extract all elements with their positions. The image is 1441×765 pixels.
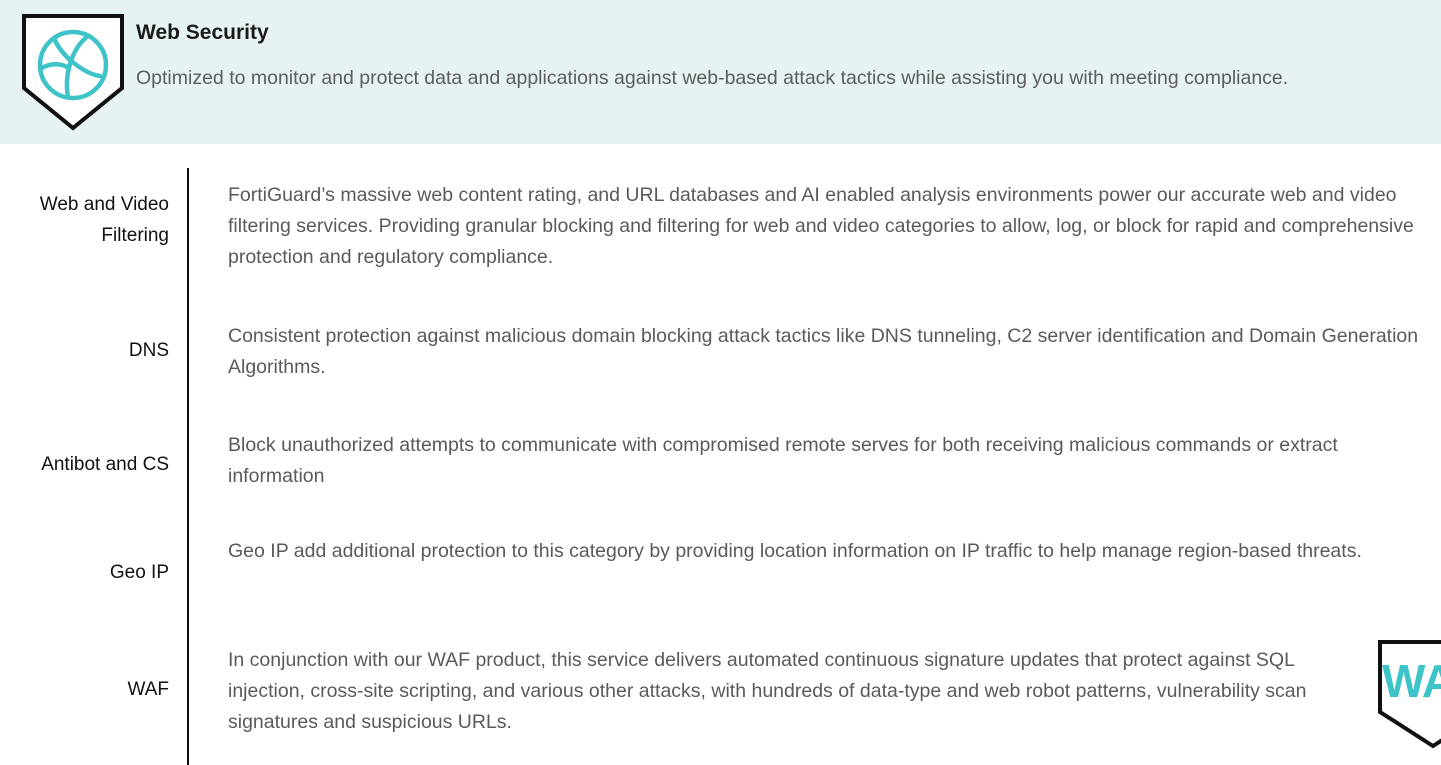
service-label-web-video-filtering: Web and Video Filtering: [40, 189, 169, 251]
service-label-waf: WAF: [127, 679, 169, 700]
label-line: Web and Video: [39, 194, 169, 215]
globe-shield-icon: [14, 8, 132, 132]
label-line: Filtering: [101, 225, 169, 246]
service-description-antibot-cs: Block unauthorized attempts to communica…: [228, 434, 1338, 487]
service-description-waf: In conjunction with our WAF product, thi…: [228, 649, 1307, 733]
service-description-dns: Consistent protection against malicious …: [228, 325, 1419, 378]
waf-badge-text: WAF: [1382, 655, 1441, 707]
web-security-header: Web Security Optimized to monitor and pr…: [0, 0, 1441, 144]
vertical-divider: [187, 168, 189, 765]
waf-shield-icon: WAF: [1378, 640, 1441, 750]
service-label-dns: DNS: [128, 340, 169, 361]
service-description-geo-ip: Geo IP add additional protection to this…: [228, 540, 1362, 562]
section-title: Web Security: [136, 21, 269, 44]
section-description: Optimized to monitor and protect data an…: [136, 67, 1289, 89]
service-label-antibot-cs: Antibot and CS: [41, 454, 169, 475]
service-label-geo-ip: Geo IP: [109, 562, 169, 583]
service-description-web-video-filtering: FortiGuard’s massive web content rating,…: [228, 184, 1414, 268]
